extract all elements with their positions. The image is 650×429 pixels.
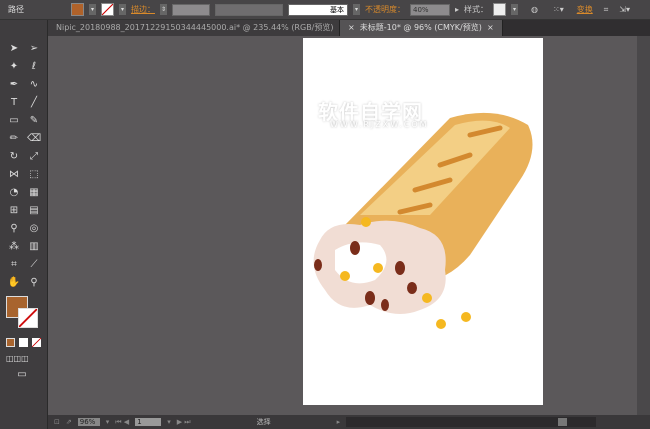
gradient-tool-icon[interactable]: ▤ (27, 204, 41, 218)
scroll-thumb[interactable] (558, 418, 568, 426)
tab-close-icon[interactable]: × (487, 23, 494, 32)
style-swatch[interactable] (493, 3, 507, 16)
brush-dropdown[interactable]: ▾ (353, 4, 360, 15)
stroke-weight-input[interactable] (172, 3, 210, 16)
scale-tool-icon[interactable]: ⤢ (27, 150, 41, 164)
style-label: 样式： (464, 5, 489, 14)
horizontal-scrollbar[interactable] (346, 417, 597, 427)
brush-select[interactable]: 基本 (288, 3, 348, 16)
tab-document-2[interactable]: × 未标题-10* @ 96% (CMYK/预览) × (340, 20, 503, 36)
opacity-label[interactable]: 不透明度： (365, 4, 405, 15)
line-tool-icon[interactable]: ╱ (27, 96, 41, 110)
tools-panel: ➤ ➢ ✦ ℓ ✒ ∿ T ╱ ▭ ✎ ✏ ⌫ ↻ ⤢ ⋈ ⬚ ◔ ▦ ⊞ ▤ … (0, 20, 48, 429)
vertical-scrollbar[interactable] (637, 36, 650, 415)
slice-tool-icon[interactable]: ⟋ (27, 258, 41, 272)
tab-label: Nipic_20180988_20171229150344445000.ai* … (56, 23, 334, 32)
stroke-style-value: 基本 (330, 5, 344, 14)
tab-document-1[interactable]: Nipic_20180988_20171229150344445000.ai* … (48, 20, 340, 36)
variable-width-select[interactable] (215, 3, 283, 16)
blend-tool-icon[interactable]: ◎ (27, 222, 41, 236)
selection-label: 路径 (8, 5, 24, 14)
width-tool-icon[interactable]: ⋈ (7, 168, 21, 182)
none-mode-button[interactable] (32, 338, 41, 347)
stroke-dropdown[interactable]: ▾ (119, 4, 126, 15)
curvature-icon[interactable]: ∿ (27, 78, 41, 92)
isolate-icon[interactable]: ⌗ (604, 5, 609, 15)
stroke-label[interactable]: 描边： (131, 4, 155, 15)
mesh-tool-icon[interactable]: ⊞ (7, 204, 21, 218)
opacity-value: 40% (413, 5, 429, 14)
tab-label: 未标题-10* @ 96% (CMYK/预览) (359, 23, 482, 32)
more-options-icon[interactable]: ⇲▾ (619, 5, 630, 14)
tab-close-icon[interactable]: × (348, 23, 355, 32)
control-bar: 路径 ▾ ▾ 描边： ⇕ 基本 ▾ 不透明度： 40% ▸ 样式： ▾ ◍ ⁙▾… (0, 0, 650, 20)
current-tool-label: 选择 (256, 418, 271, 426)
zoom-dropdown[interactable]: ▾ (106, 418, 110, 426)
zoom-icon: ⊡ (54, 418, 60, 426)
zoom-tool-icon[interactable]: ⚲ (27, 276, 41, 290)
rotate-tool-icon[interactable]: ↻ (7, 150, 21, 164)
screen-mode-icon[interactable]: ▭ (15, 368, 29, 382)
burrito-illustration (313, 112, 533, 329)
artboard[interactable] (303, 38, 543, 405)
draw-mode-icon[interactable]: ◫◫◫ (6, 352, 29, 366)
status-arrow-icon[interactable]: ▸ (337, 418, 341, 426)
rectangle-tool-icon[interactable]: ▭ (7, 114, 21, 128)
eyedropper-icon[interactable]: ⚲ (7, 222, 21, 236)
symbol-sprayer-icon[interactable]: ⁂ (7, 240, 21, 254)
watermark-url: WWW.RJZXW.COM (330, 120, 429, 129)
fill-dropdown[interactable]: ▾ (89, 4, 96, 15)
type-tool-icon[interactable]: T (7, 96, 21, 110)
eraser-tool-icon[interactable]: ⌫ (27, 132, 41, 146)
document-tabs: Nipic_20180988_20171229150344445000.ai* … (48, 20, 650, 36)
opacity-arrow-icon[interactable]: ▸ (455, 5, 459, 14)
transform-link[interactable]: 变换 (577, 4, 593, 15)
artboard-tool-icon[interactable]: ⌗ (7, 258, 21, 272)
graph-tool-icon[interactable]: ▥ (27, 240, 41, 254)
color-mode-button[interactable] (6, 338, 15, 347)
prev-artboard-button[interactable]: ⏮ ◀ (115, 418, 129, 427)
zoom-select[interactable]: 96% (77, 418, 100, 426)
next-artboard-button[interactable]: ▶ ⏭ (177, 418, 191, 427)
brush-tool-icon[interactable]: ✎ (27, 114, 41, 128)
perspective-icon[interactable]: ▦ (27, 186, 41, 200)
stroke-weight-stepper[interactable]: ⇕ (160, 4, 167, 15)
gradient-mode-button[interactable] (19, 338, 28, 347)
selection-tool-icon[interactable]: ➤ (7, 42, 21, 56)
pencil-tool-icon[interactable]: ✏ (7, 132, 21, 146)
hand-tool-icon[interactable]: ✋ (7, 276, 21, 290)
recolor-icon[interactable]: ◍ (531, 5, 538, 14)
align-icon[interactable]: ⁙▾ (553, 5, 564, 14)
free-transform-icon[interactable]: ⬚ (27, 168, 41, 182)
pen-tool-icon[interactable]: ✒ (7, 78, 21, 92)
artboard-select[interactable]: 1 (135, 418, 162, 426)
lasso-icon[interactable]: ℓ (27, 60, 41, 74)
direct-selection-icon[interactable]: ➢ (27, 42, 41, 56)
fill-swatch[interactable] (71, 3, 84, 16)
stroke-swatch[interactable] (101, 3, 114, 16)
export-icon[interactable]: ⇗ (66, 418, 72, 426)
style-dropdown[interactable]: ▾ (511, 4, 519, 15)
artboard-dropdown[interactable]: ▾ (167, 418, 171, 426)
shape-builder-icon[interactable]: ◔ (7, 186, 21, 200)
stroke-color-box[interactable] (18, 308, 38, 328)
status-bar: ⊡ ⇗ 96% ▾ ⏮ ◀ 1 ▾ ▶ ⏭ 选择 ▸ (48, 415, 650, 429)
opacity-input[interactable]: 40% (410, 3, 450, 16)
magic-wand-icon[interactable]: ✦ (7, 60, 21, 74)
